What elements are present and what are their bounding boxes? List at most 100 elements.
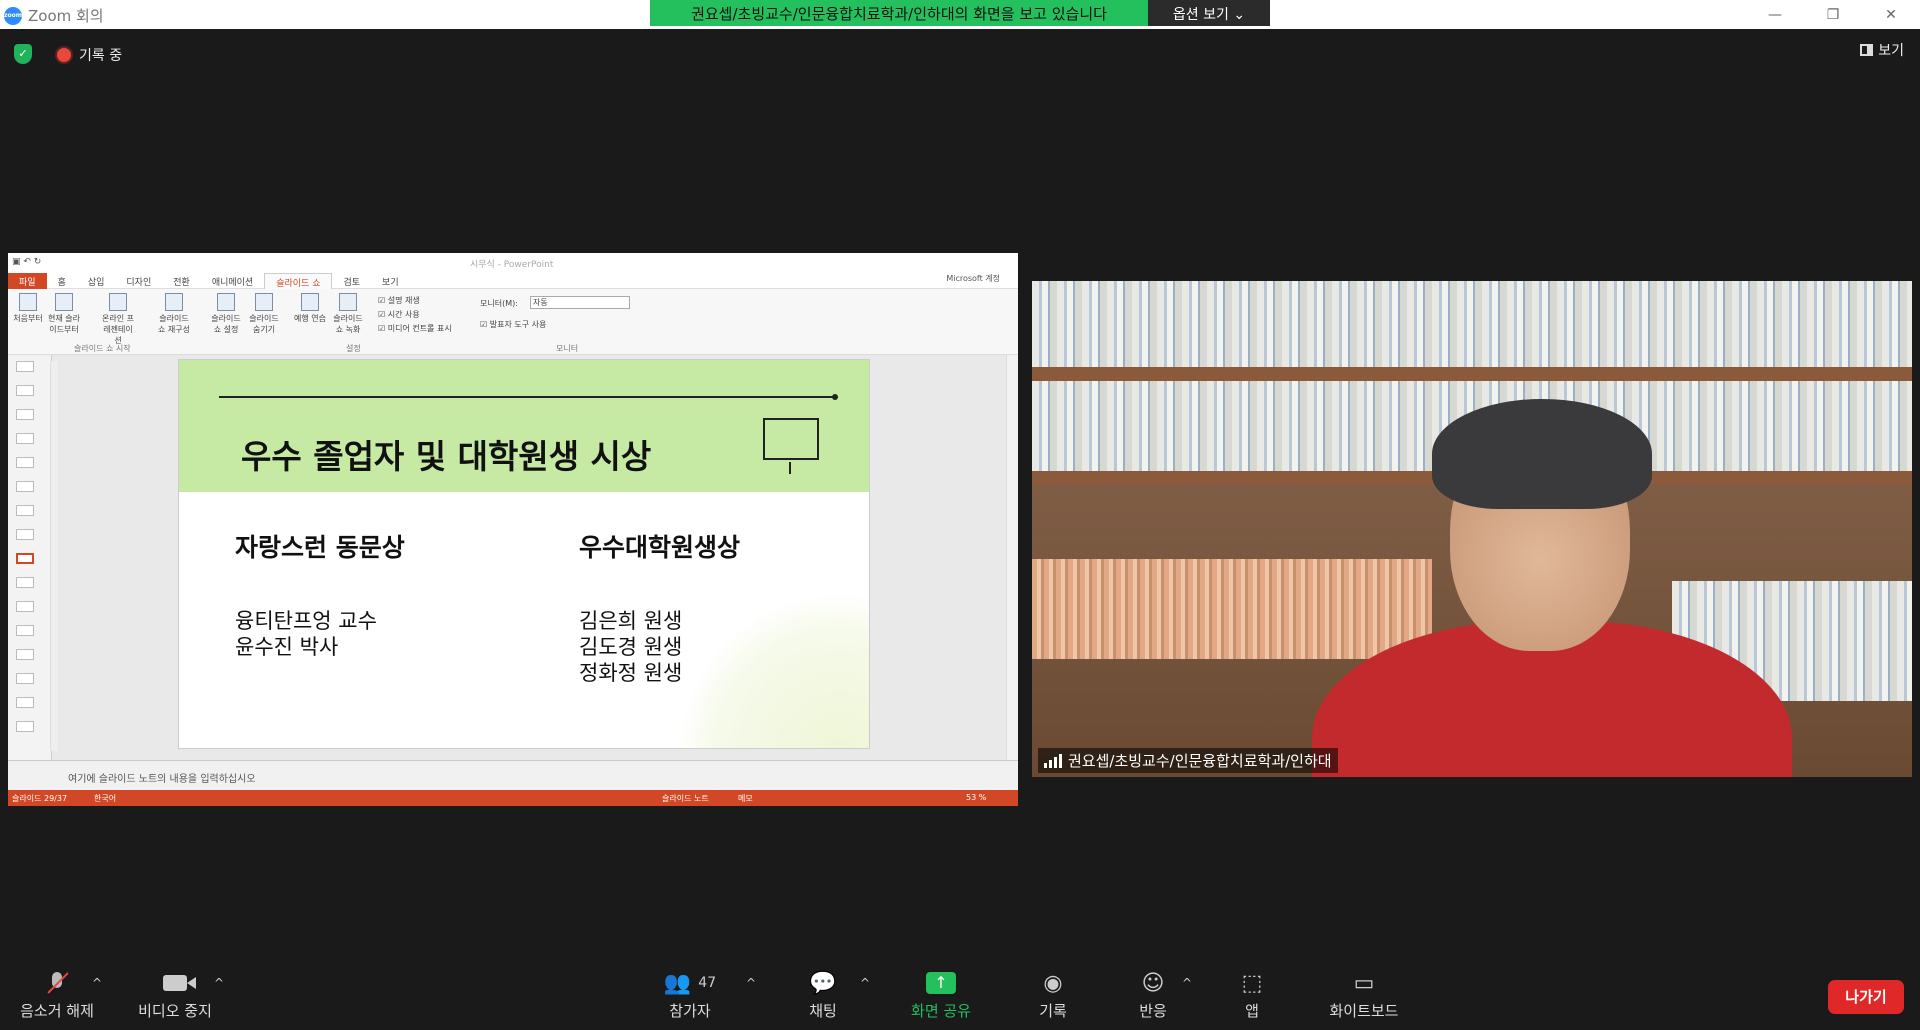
window-controls: — ❐ ✕ <box>1746 0 1920 29</box>
whiteboard-icon: ▭ <box>1353 970 1375 996</box>
whiteboard-label: 화이트보드 <box>1329 1002 1399 1020</box>
name-item: 김은희 원생 <box>579 609 683 633</box>
rib-label: 슬라이드 쇼 설정 <box>211 314 241 334</box>
slide-thumb-selected[interactable] <box>16 553 34 564</box>
view-options-button[interactable]: 옵션 보기 ⌄ <box>1148 0 1270 26</box>
rib-from-current[interactable]: 현재 슬라이드부터 <box>46 293 82 335</box>
viewing-screen-text: 권요셉/초빙교수/인문융합치료학과/인하대의 화면을 보고 있습니다 <box>650 0 1148 26</box>
zoom-logo-icon: zoom <box>4 6 22 25</box>
participant-video[interactable]: 권요셉/초빙교수/인문융합치료학과/인하대 <box>1032 281 1912 777</box>
rib-record-show[interactable]: 슬라이드 쇼 녹화 <box>330 293 366 335</box>
slide-thumb[interactable] <box>16 385 34 396</box>
ppt-doc-title: 시무식 - PowerPoint <box>470 260 554 270</box>
slide-thumb[interactable] <box>16 433 34 444</box>
check-presenter-view[interactable]: ☑ 발표자 도구 사용 <box>480 319 546 330</box>
stop-video-button[interactable]: 비디오 중지 <box>134 970 216 1021</box>
recording-indicator[interactable]: 기록 중 <box>57 45 122 65</box>
slide-thumb[interactable] <box>16 601 34 612</box>
rib-setup-show[interactable]: 슬라이드 쇼 설정 <box>208 293 244 335</box>
presentation-board-icon <box>763 418 819 474</box>
unmute-button[interactable]: 음소거 해제 <box>18 970 96 1021</box>
view-label: 보기 <box>1878 43 1904 59</box>
apps-label: 앱 <box>1245 1002 1259 1020</box>
whiteboard-button[interactable]: ▭ 화이트보드 <box>1320 970 1408 1021</box>
thumbnail-scrollbar[interactable] <box>50 361 58 751</box>
close-icon[interactable]: ✕ <box>1862 0 1920 29</box>
slide-thumb[interactable] <box>16 625 34 636</box>
slide-thumb[interactable] <box>16 505 34 516</box>
rib-hide-slide[interactable]: 슬라이드 숨기기 <box>246 293 282 335</box>
audio-options-chevron-icon[interactable]: ^ <box>92 976 102 990</box>
ppt-titlebar: ▣ ↶ ↻ 시무식 - PowerPoint Microsoft 계정 파일 홈… <box>8 253 1018 291</box>
rib-label: 처음부터 <box>13 314 43 323</box>
window-titlebar: zoom Zoom 회의 권요셉/초빙교수/인문융합치료학과/인하대의 화면을 … <box>0 0 1920 29</box>
current-slide[interactable]: 우수 졸업자 및 대학원생 시상 자랑스런 동문상 융티탄프엉 교수 윤수진 박… <box>178 359 870 749</box>
record-show-icon <box>339 293 357 311</box>
leave-meeting-button[interactable]: 나가기 <box>1828 980 1904 1014</box>
monitor-select[interactable]: 자동 <box>530 296 630 309</box>
left-heading: 자랑스런 동문상 <box>235 533 405 562</box>
shared-screen[interactable]: ▣ ↶ ↻ 시무식 - PowerPoint Microsoft 계정 파일 홈… <box>8 253 1018 806</box>
slide-thumb[interactable] <box>16 577 34 588</box>
check-timings[interactable]: ☑ 시간 사용 <box>378 309 420 320</box>
ppt-account[interactable]: Microsoft 계정 <box>946 273 1000 284</box>
app-title: zoom Zoom 회의 <box>4 5 104 26</box>
check-media-controls[interactable]: ☑ 미디어 컨트롤 표시 <box>378 323 452 334</box>
rib-label: 슬라이드 숨기기 <box>249 314 279 334</box>
slide-thumb[interactable] <box>16 361 34 372</box>
name-item: 정화정 원생 <box>579 661 683 685</box>
participants-icon: 👥 <box>663 970 692 996</box>
video-options-chevron-icon[interactable]: ^ <box>214 976 224 990</box>
slide-thumb[interactable] <box>16 673 34 684</box>
restore-icon[interactable]: ❐ <box>1804 0 1862 29</box>
quick-access-icons[interactable]: ▣ ↶ ↻ <box>12 257 41 267</box>
slide-thumb[interactable] <box>16 697 34 708</box>
rib-rehearse[interactable]: 예행 연습 <box>292 293 328 324</box>
shelf-plank <box>1032 367 1912 381</box>
chat-button[interactable]: 💬 채팅 <box>798 970 848 1021</box>
check-label: 설명 재생 <box>387 296 420 305</box>
reactions-options-chevron-icon[interactable]: ^ <box>1182 976 1192 990</box>
group-monitor: 모니터 <box>556 344 579 353</box>
share-screen-label: 화면 공유 <box>911 1002 971 1020</box>
rib-online-present[interactable]: 온라인 프레젠테이션 <box>100 293 136 346</box>
chat-options-chevron-icon[interactable]: ^ <box>860 976 870 990</box>
record-dot-icon <box>57 48 71 62</box>
record-button[interactable]: ◉ 기록 <box>1028 970 1078 1021</box>
check-label: 발표자 도구 사용 <box>489 320 547 329</box>
microphone-muted-icon <box>46 970 68 996</box>
group-setup: 설정 <box>346 344 361 353</box>
notes-toggle[interactable]: 슬라이드 노트 <box>662 793 709 804</box>
view-layout-icon <box>1860 44 1874 56</box>
rib-from-beginning[interactable]: 처음부터 <box>10 293 46 324</box>
share-screen-button[interactable]: ↑ 화면 공유 <box>904 970 978 1021</box>
hide-slide-icon <box>255 293 273 311</box>
rib-custom-show[interactable]: 슬라이드 쇼 재구성 <box>156 293 192 335</box>
slide-title: 우수 졸업자 및 대학원생 시상 <box>241 437 652 476</box>
slide-thumbnails[interactable] <box>8 355 58 760</box>
custom-show-icon <box>165 293 183 311</box>
notes-pane[interactable]: 여기에 슬라이드 노트의 내용을 입력하십시오 <box>8 760 1018 790</box>
slide-thumb[interactable] <box>16 481 34 492</box>
name-item: 윤수진 박사 <box>235 635 339 659</box>
slide-thumb[interactable] <box>16 409 34 420</box>
slide-thumb[interactable] <box>16 721 34 732</box>
slide-thumb[interactable] <box>16 649 34 660</box>
participants-button[interactable]: 👥 47 참가자 <box>660 970 720 1021</box>
reactions-button[interactable]: ☺ 반응 <box>1128 970 1178 1021</box>
rehearse-icon <box>301 293 319 311</box>
memo-toggle[interactable]: 메모 <box>738 793 753 804</box>
zoom-level[interactable]: 53 % <box>966 793 986 802</box>
slide-scrollbar[interactable] <box>1006 355 1018 760</box>
encryption-shield-icon[interactable]: ✓ <box>14 44 32 64</box>
minimize-icon[interactable]: — <box>1746 0 1804 29</box>
participants-options-chevron-icon[interactable]: ^ <box>746 976 756 990</box>
view-button[interactable]: 보기 <box>1860 40 1904 60</box>
bookshelf-row <box>1032 559 1432 659</box>
check-label: 미디어 컨트롤 표시 <box>387 324 452 333</box>
slide-thumb[interactable] <box>16 529 34 540</box>
reactions-label: 반응 <box>1139 1002 1167 1020</box>
slide-thumb[interactable] <box>16 457 34 468</box>
check-narration[interactable]: ☑ 설명 재생 <box>378 295 420 306</box>
apps-button[interactable]: ⬚ 앱 <box>1232 970 1272 1021</box>
